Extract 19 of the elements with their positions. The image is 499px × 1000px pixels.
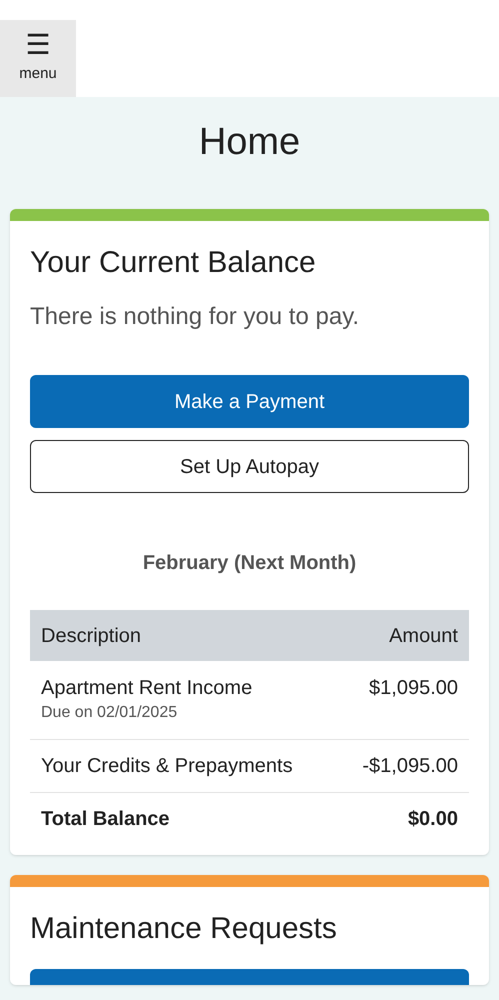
autopay-button[interactable]: Set Up Autopay xyxy=(30,440,469,493)
menu-icon: ☰ xyxy=(26,31,50,60)
period-heading: February (Next Month) xyxy=(142,551,358,576)
balance-message: There is nothing for you to pay. xyxy=(30,302,360,332)
page-title: Home xyxy=(198,120,302,165)
column-header: Description xyxy=(41,624,142,648)
amount-cell-text: -$1,095.00 xyxy=(362,754,458,779)
card-title: Your Current Balance xyxy=(30,245,317,281)
card-title: Maintenance Requests xyxy=(30,911,338,947)
due-date: Due on 02/01/2025 xyxy=(41,703,178,723)
column-header: Amount xyxy=(389,624,458,648)
description-cell-text: Your Credits & Prepayments xyxy=(41,754,293,779)
amount-cell-text: $1,095.00 xyxy=(369,676,458,701)
description-cell-text: Apartment Rent Income xyxy=(41,676,252,701)
menu-button[interactable]: ☰ menu xyxy=(0,20,76,97)
description-cell-text: Total Balance xyxy=(41,807,170,832)
amount-cell-text: $0.00 xyxy=(408,807,458,832)
make-payment-button[interactable]: Make a Payment xyxy=(30,375,469,428)
request-button[interactable] xyxy=(30,969,469,985)
